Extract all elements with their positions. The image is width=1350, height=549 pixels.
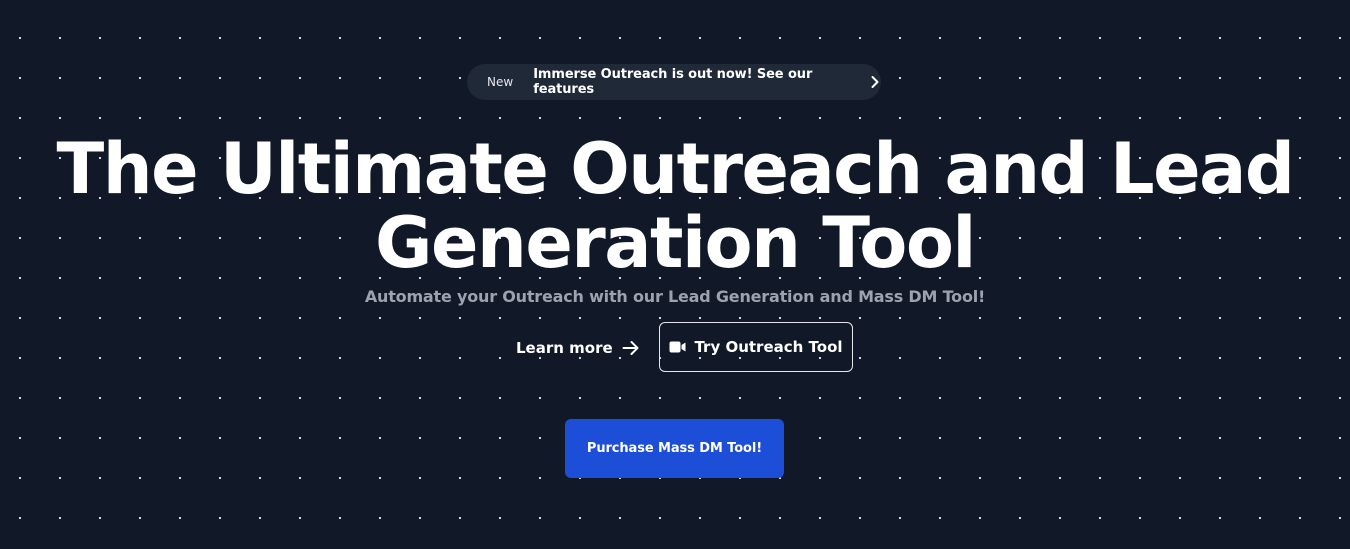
learn-more-label: Learn more (516, 339, 613, 357)
new-badge: New (487, 75, 514, 89)
hero-subtitle: Automate your Outreach with our Lead Gen… (364, 287, 986, 306)
learn-more-link[interactable]: Learn more (516, 336, 640, 360)
hero-title-line-1: The Ultimate Outreach and Lead (56, 128, 1295, 210)
purchase-mass-dm-label: Purchase Mass DM Tool! (586, 441, 763, 456)
try-outreach-tool-label: Try Outreach Tool (694, 338, 843, 356)
chevron-right-icon (869, 75, 881, 89)
announcement-message[interactable]: Immerse Outreach is out now! See our fea… (533, 67, 856, 97)
video-camera-icon (669, 341, 686, 353)
arrow-right-icon (622, 340, 640, 356)
purchase-mass-dm-button[interactable]: Purchase Mass DM Tool! (565, 419, 784, 478)
try-outreach-tool-button[interactable]: Try Outreach Tool (659, 322, 853, 372)
hero-title-line-2: Generation Tool (375, 202, 976, 284)
announcement-banner[interactable]: New Immerse Outreach is out now! See our… (467, 64, 881, 100)
hero-title: The Ultimate Outreach and Lead Generatio… (0, 132, 1350, 280)
